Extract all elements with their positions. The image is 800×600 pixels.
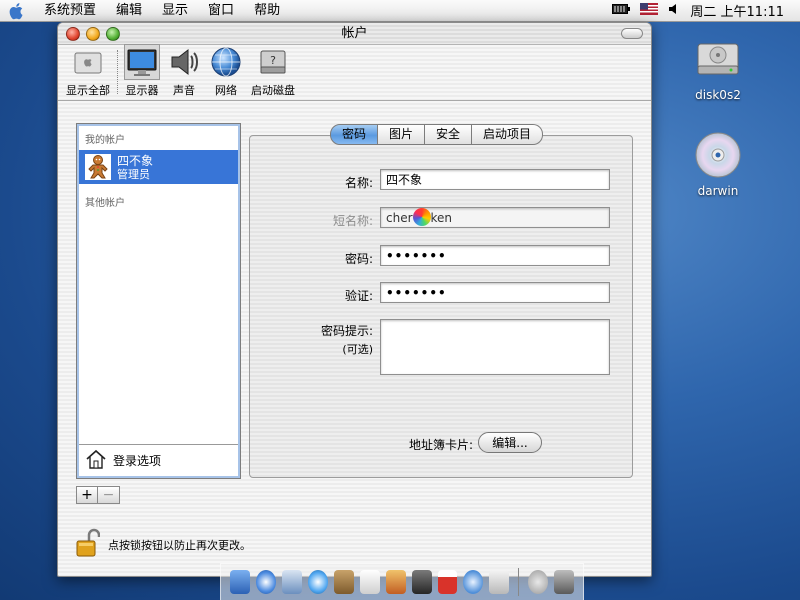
volume-icon[interactable] [668,3,680,19]
remove-account-button[interactable]: − [98,486,120,504]
short-name-field: cher ken [380,207,610,228]
tab-password[interactable]: 密码 [330,124,379,145]
tab-security[interactable]: 安全 [425,124,473,145]
tab-picture[interactable]: 图片 [378,124,426,145]
toolbar-separator [117,50,118,94]
imovie-dock-icon[interactable] [411,570,432,594]
network-globe-icon [209,45,243,79]
toolbar-network[interactable]: 网络 [205,46,247,100]
zoom-button[interactable] [106,27,120,41]
window-titlebar[interactable]: 帐户 [58,23,651,45]
account-user-name: 四不象 [117,153,154,168]
accounts-window: 帐户 显示全部 显示器 声音 网络 ? 启动磁盘 我的帐户 四不象 管理员 其他… [57,22,652,577]
battery-icon[interactable] [612,3,631,18]
close-button[interactable] [66,27,80,41]
desktop-disk[interactable]: disk0s2 [683,34,753,102]
minimize-button[interactable] [86,27,100,41]
gingerbread-avatar-icon [85,154,111,180]
login-options-item[interactable]: 登录选项 [79,444,238,476]
cd-dock-icon[interactable] [528,570,549,594]
short-name-value-start: cher [386,211,413,225]
other-accounts-header: 其他帐户 [85,198,125,209]
display-icon [124,44,160,80]
toolbar-network-label: 网络 [215,84,237,97]
tab-bar: 密码 图片 安全 启动项目 [330,124,544,145]
menu-clock[interactable]: 周二 上午11:11 [690,1,784,20]
quicktime-dock-icon[interactable] [463,570,484,594]
house-icon [85,448,107,473]
address-book-dock-icon[interactable] [333,570,354,594]
desktop-disk-label: disk0s2 [695,88,741,102]
cd-disc-icon [693,130,743,180]
menu-help[interactable]: 帮助 [244,0,290,22]
my-account-header: 我的帐户 [85,135,125,146]
name-label: 名称: [344,176,373,190]
accounts-list[interactable]: 我的帐户 四不象 管理员 其他帐户 登录选项 [76,123,241,479]
edit-address-card-button[interactable]: 编辑... [478,432,542,453]
unlocked-padlock-icon[interactable] [76,528,101,561]
account-row-current-user[interactable]: 四不象 管理员 [79,150,238,184]
toolbar-display[interactable]: 显示器 [121,44,163,100]
menu-bar: 系统预置 编辑 显示 窗口 帮助 周二 上午11:11 [0,0,800,22]
lock-hint-text: 点按锁按钮以防止再次更改。 [108,538,251,552]
apple-menu-icon[interactable] [0,0,34,22]
us-flag-icon[interactable] [640,2,659,19]
password-hint-optional: (可选) [342,343,373,356]
name-field[interactable] [380,169,610,190]
toolbar-toggle-button[interactable] [621,28,643,39]
toolbar-show-all-label: 显示全部 [66,84,110,97]
system-prefs-dock-icon[interactable] [489,570,510,594]
lock-row: 点按锁按钮以防止再次更改。 [76,528,251,561]
password-field[interactable]: ••••••• [380,245,610,266]
address-book-card-label: 地址簿卡片: [408,438,473,452]
dock [220,563,584,600]
spinning-beachball-icon [412,208,431,226]
window-title: 帐户 [341,26,368,41]
short-name-value-end: ken [430,211,453,225]
add-remove-buttons: + − [76,486,120,504]
add-account-button[interactable]: + [76,486,98,504]
prefs-toolbar: 显示全部 显示器 声音 网络 ? 启动磁盘 [58,44,651,101]
mail-dock-icon[interactable] [281,570,302,594]
ichat-dock-icon[interactable] [307,570,328,594]
itunes-dock-icon[interactable] [359,570,380,594]
svg-text:?: ? [270,54,276,67]
toolbar-startup-disk[interactable]: ? 启动磁盘 [247,46,299,100]
account-user-role: 管理员 [117,167,150,181]
password-hint-field[interactable] [380,319,610,375]
menu-system-prefs[interactable]: 系统预置 [34,0,106,22]
trash-dock-icon[interactable] [554,570,575,594]
desktop-cd-label: darwin [697,184,739,198]
desktop-cd[interactable]: darwin [683,130,753,198]
verify-field[interactable]: ••••••• [380,282,610,303]
hard-disk-icon [693,34,743,84]
password-label: 密码: [344,252,373,266]
toolbar-display-label: 显示器 [125,84,159,97]
toolbar-startup-disk-label: 启动磁盘 [251,84,295,97]
toolbar-sound-label: 声音 [173,84,195,97]
startup-disk-icon: ? [256,45,290,79]
dock-separator [518,568,520,596]
show-all-icon [71,45,105,79]
tab-startup-items[interactable]: 启动项目 [472,124,544,145]
menu-edit[interactable]: 编辑 [106,0,152,22]
login-options-label: 登录选项 [113,454,162,468]
password-hint-label: 密码提示: [320,324,373,338]
toolbar-show-all[interactable]: 显示全部 [62,46,114,100]
verify-label: 验证: [344,289,373,303]
toolbar-sound[interactable]: 声音 [163,46,205,100]
finder-dock-icon[interactable] [230,570,250,594]
ical-dock-icon[interactable] [437,570,458,594]
speaker-icon [167,45,201,79]
menu-view[interactable]: 显示 [152,0,198,22]
safari-dock-icon[interactable] [255,570,276,594]
short-name-label: 短名称: [332,214,373,228]
iphoto-dock-icon[interactable] [385,570,406,594]
menu-window[interactable]: 窗口 [198,0,244,22]
